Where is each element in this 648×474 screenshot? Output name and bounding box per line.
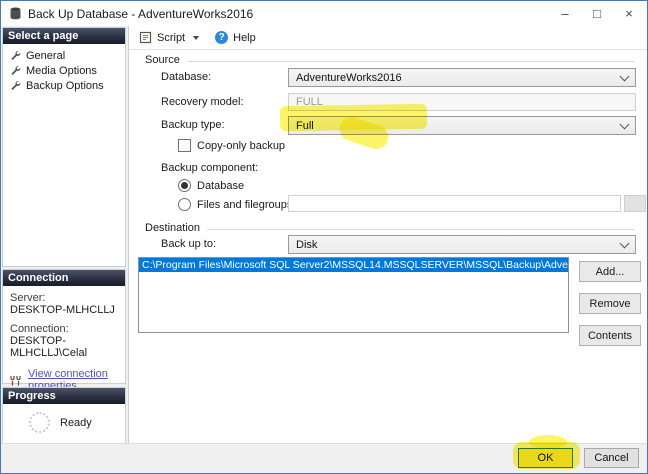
database-radio-label: Database: [197, 180, 245, 192]
remove-button[interactable]: Remove: [579, 293, 641, 314]
connection-label: Connection:: [10, 323, 69, 335]
list-item-backup-path[interactable]: C:\Program Files\Microsoft SQL Server2\M…: [139, 258, 568, 272]
recovery-model-field: FULL: [288, 93, 636, 111]
sidebar: Select a page General Media Options Back…: [1, 26, 129, 444]
add-button[interactable]: Add...: [579, 261, 641, 282]
close-button[interactable]: ×: [613, 1, 645, 26]
files-and-filegroups-radio[interactable]: [178, 198, 191, 211]
window-controls: – □ ×: [549, 1, 645, 26]
database-label: Database:: [161, 71, 212, 83]
server-label: Server:: [10, 292, 46, 304]
toolbar: Script ? Help: [129, 26, 647, 50]
sidebar-item-media-options[interactable]: Media Options: [3, 63, 125, 78]
progress-panel: Progress Ready: [2, 387, 126, 444]
backup-type-select-value: Full: [296, 119, 314, 132]
destination-group-title: Destination: [145, 222, 201, 234]
chevron-down-icon: [619, 71, 630, 81]
sidebar-item-general[interactable]: General: [3, 48, 125, 63]
progress-spinner-icon: [29, 412, 50, 433]
cancel-button[interactable]: Cancel: [584, 448, 639, 468]
sidebar-item-label: Backup Options: [26, 79, 104, 92]
help-icon: ?: [215, 31, 229, 44]
files-and-filegroups-field: [288, 195, 621, 212]
database-select-value: AdventureWorks2016: [296, 71, 402, 84]
title-bar: Back Up Database - AdventureWorks2016 – …: [1, 1, 647, 26]
connection-value: DESKTOP-MLHCLLJ\Celal: [10, 335, 88, 359]
help-button-label: Help: [233, 31, 256, 44]
script-button[interactable]: Script: [139, 31, 200, 44]
window-title: Back Up Database - AdventureWorks2016: [28, 6, 254, 21]
server-value: DESKTOP-MLHCLLJ: [10, 304, 115, 316]
minimize-button[interactable]: –: [549, 1, 581, 26]
backup-type-select[interactable]: Full: [288, 116, 636, 135]
database-select[interactable]: AdventureWorks2016: [288, 68, 636, 87]
files-and-filegroups-label: Files and filegroups:: [197, 199, 296, 211]
backup-destinations-list[interactable]: C:\Program Files\Microsoft SQL Server2\M…: [138, 257, 569, 333]
progress-header: Progress: [3, 388, 125, 404]
source-group-header: Source: [145, 54, 634, 66]
recovery-model-value: FULL: [296, 96, 323, 108]
sidebar-item-label: General: [26, 49, 66, 62]
group-divider: [186, 60, 634, 62]
sidebar-item-backup-options[interactable]: Backup Options: [3, 78, 125, 93]
sidebar-item-label: Media Options: [26, 64, 97, 77]
dialog-body: Select a page General Media Options Back…: [1, 26, 647, 444]
contents-button[interactable]: Contents: [579, 325, 641, 346]
maximize-button[interactable]: □: [581, 1, 613, 26]
destination-group-header: Destination: [145, 222, 634, 234]
chevron-down-icon: [619, 238, 630, 248]
dropdown-caret-icon[interactable]: [193, 35, 200, 40]
recovery-model-label: Recovery model:: [161, 96, 244, 108]
chevron-down-icon: [619, 119, 630, 129]
browse-button: [624, 195, 646, 212]
connection-header: Connection: [3, 270, 125, 286]
backup-database-dialog: Back Up Database - AdventureWorks2016 – …: [0, 0, 648, 474]
progress-status: Ready: [60, 416, 92, 429]
back-up-to-label: Back up to:: [161, 238, 217, 250]
ok-button[interactable]: OK: [518, 448, 573, 468]
script-button-label: Script: [157, 31, 186, 44]
back-up-to-select[interactable]: Disk: [288, 235, 636, 254]
database-icon: [9, 7, 22, 20]
select-a-page-header: Select a page: [3, 28, 125, 44]
copy-only-backup-label: Copy-only backup: [197, 140, 286, 152]
connection-panel: Connection Server: DESKTOP-MLHCLLJ Conne…: [2, 269, 126, 392]
backup-type-label: Backup type:: [161, 119, 225, 131]
connection-properties-icon: [10, 375, 24, 386]
help-button[interactable]: ? Help: [215, 31, 256, 44]
script-icon: [139, 31, 152, 44]
main-panel: Script ? Help Source Database: Adventure…: [129, 26, 647, 443]
wrench-icon: [10, 80, 21, 91]
database-radio[interactable]: [178, 179, 191, 192]
back-up-to-select-value: Disk: [296, 238, 318, 251]
wrench-icon: [10, 65, 21, 76]
copy-only-backup-checkbox[interactable]: [178, 139, 191, 152]
select-a-page-panel: Select a page General Media Options Back…: [2, 27, 126, 267]
wrench-icon: [10, 50, 21, 61]
group-divider: [207, 228, 634, 230]
backup-component-label: Backup component:: [161, 162, 259, 174]
footer-bar: OK Cancel: [1, 443, 647, 473]
source-group-title: Source: [145, 54, 180, 66]
